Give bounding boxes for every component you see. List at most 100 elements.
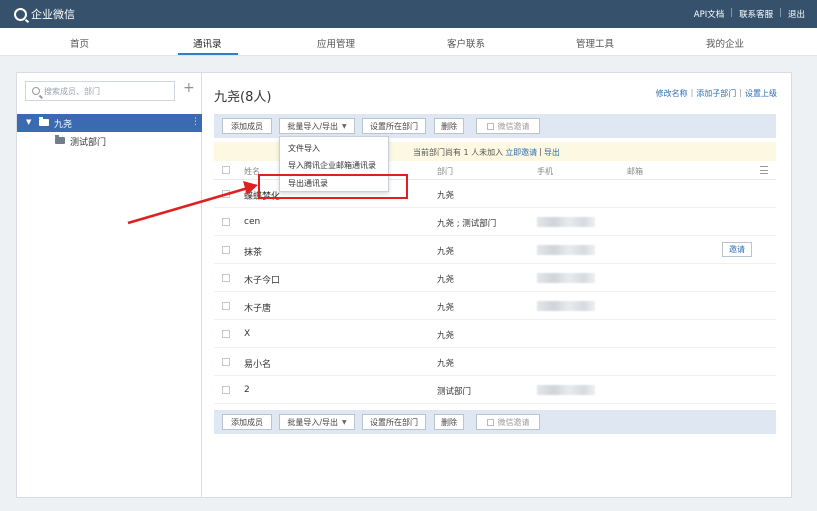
nav-apps[interactable]: 应用管理 xyxy=(317,36,355,50)
member-dept: 九尧 xyxy=(437,247,455,257)
row-checkbox[interactable] xyxy=(222,302,230,310)
member-dept: 九尧 ; 测试部门 xyxy=(437,219,497,229)
api-docs-link[interactable]: API文档 xyxy=(694,8,724,20)
member-name[interactable]: 木子唐 xyxy=(244,301,271,314)
member-dept: 九尧 xyxy=(437,191,455,201)
separator: | xyxy=(690,88,694,97)
toolbar-bottom: 添加成员 批量导入/导出 ▼ 设置所在部门 删除 微信邀请 xyxy=(214,410,776,434)
nav-home[interactable]: 首页 xyxy=(70,36,89,50)
toolbar-top: 添加成员 批量导入/导出 ▼ 设置所在部门 删除 微信邀请 xyxy=(214,114,776,138)
search-placeholder: 搜索成员、部门 xyxy=(44,87,100,96)
dept-actions: 修改名称 | 添加子部门 | 设置上级 xyxy=(656,88,777,99)
column-settings-icon[interactable] xyxy=(760,166,768,174)
column-dept[interactable]: 部门 xyxy=(437,166,453,177)
notice-text: 当前部门尚有 1 人未加入 xyxy=(413,148,504,157)
member-name[interactable]: 易小名 xyxy=(244,357,271,370)
member-dept: 九尧 xyxy=(437,331,455,341)
row-checkbox[interactable] xyxy=(222,386,230,394)
invite-button[interactable]: 邀请 xyxy=(722,242,752,257)
row-checkbox[interactable] xyxy=(222,218,230,226)
qr-code-icon xyxy=(486,418,494,426)
member-name[interactable]: 木子今口 xyxy=(244,273,280,286)
search-input[interactable]: 搜索成员、部门 xyxy=(25,81,175,101)
app-logo[interactable]: 企业微信 xyxy=(14,6,75,22)
separator: | xyxy=(730,8,734,18)
tree-item-child[interactable]: 测试部门 xyxy=(17,132,202,150)
add-member-button[interactable]: 添加成员 xyxy=(222,414,272,430)
row-checkbox[interactable] xyxy=(222,274,230,282)
nav-customers[interactable]: 客户联系 xyxy=(447,36,485,50)
add-icon[interactable]: + xyxy=(183,80,195,96)
table-row[interactable]: X 九尧 xyxy=(214,320,776,348)
table-row[interactable]: 抹茶 九尧 邀请 xyxy=(214,236,776,264)
menu-item-file-import[interactable]: 文件导入 xyxy=(288,143,320,154)
export-link[interactable]: 导出 xyxy=(544,147,560,158)
add-subdept-link[interactable]: 添加子部门 xyxy=(696,88,736,99)
folder-icon xyxy=(55,135,65,144)
separator: | xyxy=(539,147,542,156)
separator: | xyxy=(779,8,782,18)
tree-item-label: 九尧 xyxy=(54,120,73,130)
member-dept: 九尧 xyxy=(437,275,455,285)
org-tree-panel: 搜索成员、部门 + ▼ 九尧 ⋮ 测试部门 xyxy=(16,72,202,498)
row-checkbox[interactable] xyxy=(222,246,230,254)
table-row[interactable]: cen 九尧 ; 测试部门 xyxy=(214,208,776,236)
member-name[interactable]: 2 xyxy=(244,385,250,395)
select-all-checkbox[interactable] xyxy=(222,166,230,174)
batch-import-export-button[interactable]: 批量导入/导出 ▼ xyxy=(279,118,355,134)
phone-blurred xyxy=(537,385,595,395)
main-nav: 首页 通讯录 应用管理 客户联系 管理工具 我的企业 xyxy=(0,28,817,56)
row-checkbox[interactable] xyxy=(222,330,230,338)
folder-icon xyxy=(39,117,49,126)
wechat-invite-button[interactable]: 微信邀请 xyxy=(476,414,540,430)
nav-tools[interactable]: 管理工具 xyxy=(576,36,614,50)
nav-contacts[interactable]: 通讯录 xyxy=(193,36,222,50)
more-menu-icon[interactable]: ⋮ xyxy=(191,117,200,127)
delete-button[interactable]: 删除 xyxy=(434,414,464,430)
member-name[interactable]: cen xyxy=(244,217,260,227)
search-icon xyxy=(32,87,40,95)
row-checkbox[interactable] xyxy=(222,190,230,198)
member-name[interactable]: X xyxy=(244,329,250,339)
column-phone[interactable]: 手机 xyxy=(537,166,553,177)
logout-link[interactable]: 退出 xyxy=(788,8,805,20)
table-row[interactable]: 木子今口 九尧 xyxy=(214,264,776,292)
chevron-down-icon: ▼ xyxy=(342,418,347,426)
member-dept: 测试部门 xyxy=(437,387,472,397)
caret-down-icon[interactable]: ▼ xyxy=(26,118,31,126)
add-member-button[interactable]: 添加成员 xyxy=(222,118,272,134)
table-row[interactable]: 木子唐 九尧 xyxy=(214,292,776,320)
support-link[interactable]: 联系客服 xyxy=(739,8,773,20)
highlight-box xyxy=(258,174,408,199)
active-tab-indicator xyxy=(178,53,238,55)
batch-import-export-button[interactable]: 批量导入/导出 ▼ xyxy=(279,414,355,430)
top-links: API文档 | 联系客服 | 退出 xyxy=(694,8,805,20)
set-parent-link[interactable]: 设置上级 xyxy=(745,88,777,99)
member-dept: 九尧 xyxy=(437,359,455,369)
column-email[interactable]: 邮箱 xyxy=(627,166,643,177)
member-name[interactable]: 抹茶 xyxy=(244,245,262,258)
invite-now-link[interactable]: 立即邀请 xyxy=(505,147,537,158)
table-row[interactable]: 2 测试部门 xyxy=(214,376,776,404)
menu-item-import-tencent-mail[interactable]: 导入腾讯企业邮箱通讯录 xyxy=(288,160,376,171)
table-row[interactable]: 易小名 九尧 xyxy=(214,348,776,376)
set-department-button[interactable]: 设置所在部门 xyxy=(362,414,426,430)
top-bar: 企业微信 API文档 | 联系客服 | 退出 xyxy=(0,0,817,28)
nav-my-company[interactable]: 我的企业 xyxy=(706,36,744,50)
member-dept: 九尧 xyxy=(437,303,455,313)
phone-blurred xyxy=(537,217,595,227)
tree-item-label: 测试部门 xyxy=(70,138,107,148)
delete-button[interactable]: 删除 xyxy=(434,118,464,134)
row-checkbox[interactable] xyxy=(222,358,230,366)
phone-blurred xyxy=(537,245,595,255)
set-department-button[interactable]: 设置所在部门 xyxy=(362,118,426,134)
app-title: 企业微信 xyxy=(31,8,75,21)
tree-item-root[interactable]: ▼ 九尧 ⋮ xyxy=(17,114,202,132)
wecom-logo-icon xyxy=(14,7,27,21)
page-title: 九尧(8人) xyxy=(214,90,272,105)
wechat-invite-button[interactable]: 微信邀请 xyxy=(476,118,540,134)
phone-blurred xyxy=(537,301,595,311)
chevron-down-icon: ▼ xyxy=(342,122,347,130)
separator: | xyxy=(739,88,742,97)
rename-link[interactable]: 修改名称 xyxy=(656,88,688,99)
